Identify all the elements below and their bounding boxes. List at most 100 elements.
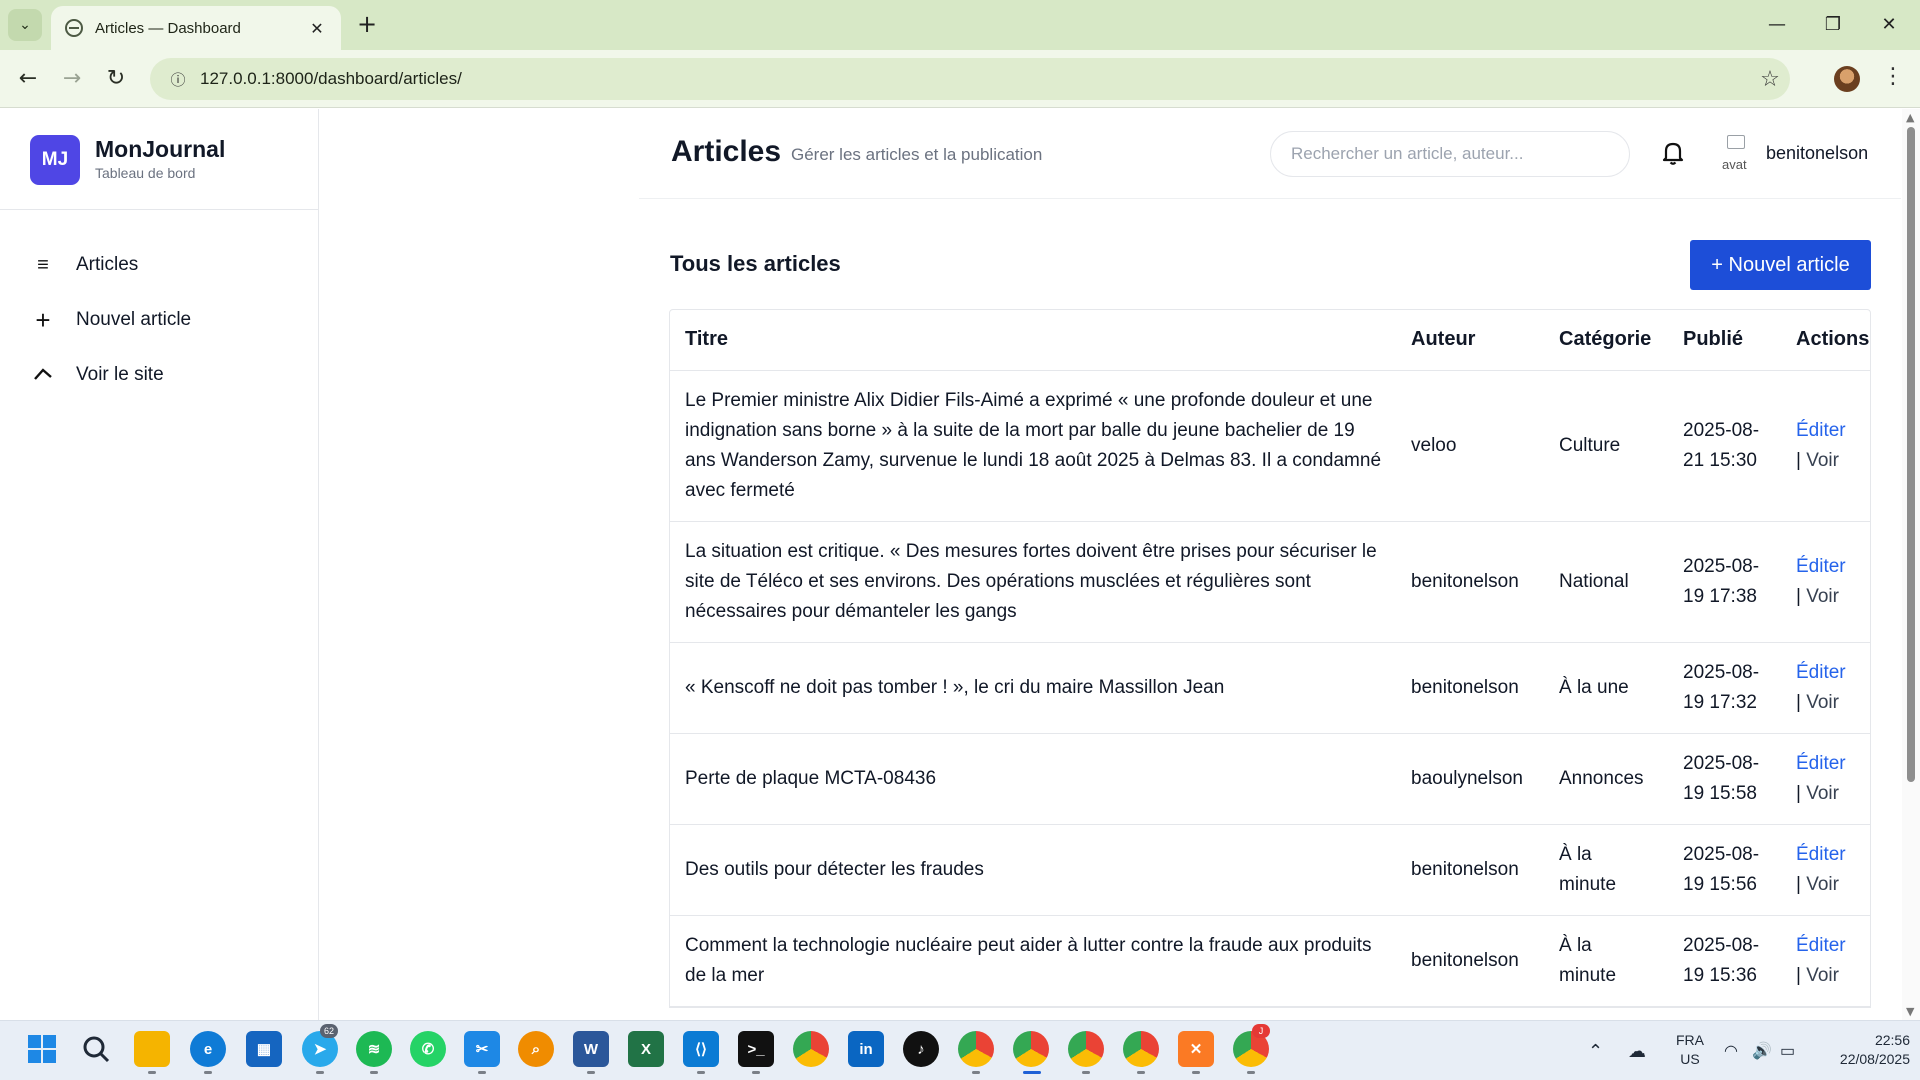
dashboard-page: MJ MonJournal Tableau de bord ≡ Articles…: [0, 109, 1920, 1020]
scroll-up-arrow-icon[interactable]: ▲: [1906, 111, 1914, 124]
restore-button[interactable]: ❐: [1810, 8, 1856, 42]
forward-button[interactable]: →: [56, 63, 88, 95]
column-header-author: Auteur: [1396, 310, 1544, 371]
minimize-button[interactable]: —: [1754, 8, 1800, 42]
language-indicator[interactable]: FRA US: [1670, 1031, 1710, 1069]
scroll-down-arrow-icon[interactable]: ▼: [1906, 1005, 1914, 1018]
active-tab[interactable]: Articles — Dashboard ✕: [51, 6, 341, 50]
back-button[interactable]: ←: [12, 63, 44, 95]
scroll-thumb[interactable]: [1907, 127, 1915, 782]
linkedin-icon[interactable]: in: [848, 1031, 884, 1067]
chrome-profile-icon[interactable]: [1068, 1031, 1104, 1067]
article-author: baoulynelson: [1396, 733, 1544, 825]
sidebar-item-label: Voir le site: [76, 364, 164, 385]
running-indicator: [972, 1071, 980, 1074]
view-link[interactable]: Voir: [1806, 874, 1839, 895]
url-text[interactable]: 127.0.0.1:8000/dashboard/articles/: [200, 69, 1750, 89]
bookmark-star-icon[interactable]: ☆: [1750, 67, 1790, 92]
running-indicator: [587, 1071, 595, 1074]
tiktok-icon[interactable]: ♪: [903, 1031, 939, 1067]
running-indicator: [370, 1071, 378, 1074]
edit-link[interactable]: Éditer: [1796, 844, 1846, 865]
chevron-down-icon: ⌄: [19, 17, 31, 33]
new-article-button[interactable]: + Nouvel article: [1690, 240, 1871, 290]
volume-icon[interactable]: 🔊: [1752, 1021, 1772, 1080]
sidebar-item-new-article[interactable]: + Nouvel article: [30, 302, 300, 338]
clock[interactable]: 22:56 22/08/2025: [1810, 1031, 1910, 1069]
page-scrollbar[interactable]: ▲ ▼: [1902, 109, 1920, 1020]
start-icon[interactable]: [24, 1031, 60, 1067]
keyboard-layout: US: [1680, 1051, 1700, 1067]
table-header-row: Titre Auteur Catégorie Publié Actions: [670, 310, 1870, 371]
brand-name: MonJournal: [95, 136, 226, 162]
address-bar[interactable]: ⓘ 127.0.0.1:8000/dashboard/articles/ ☆: [150, 58, 1790, 100]
close-window-button[interactable]: ✕: [1866, 8, 1912, 42]
tab-title: Articles — Dashboard: [95, 19, 241, 37]
word-icon[interactable]: W: [573, 1031, 609, 1067]
running-indicator: [316, 1071, 324, 1074]
terminal-icon[interactable]: >_: [738, 1031, 774, 1067]
view-link[interactable]: Voir: [1806, 692, 1839, 713]
wifi-icon[interactable]: ◠: [1724, 1021, 1738, 1080]
action-separator: |: [1796, 873, 1801, 895]
edit-link[interactable]: Éditer: [1796, 662, 1846, 683]
action-separator: |: [1796, 449, 1801, 471]
onedrive-icon[interactable]: ☁: [1628, 1021, 1646, 1080]
edit-link[interactable]: Éditer: [1796, 935, 1846, 956]
battery-icon[interactable]: ▭: [1780, 1021, 1795, 1080]
chrome-profile-icon[interactable]: [1013, 1031, 1049, 1067]
tab-search-button[interactable]: ⌄: [8, 9, 42, 41]
page-title: Articles: [671, 135, 782, 168]
site-info-icon[interactable]: ⓘ: [160, 69, 196, 90]
magnifier-app-icon[interactable]: ⌕: [518, 1031, 554, 1067]
username[interactable]: benitonelson: [1766, 143, 1868, 164]
tray-overflow-icon[interactable]: ⌃: [1588, 1021, 1603, 1080]
row-actions: Éditer | Voir: [1781, 370, 1870, 522]
bell-icon[interactable]: [1653, 133, 1693, 173]
whatsapp-icon[interactable]: ✆: [410, 1031, 446, 1067]
article-author: benitonelson: [1396, 824, 1544, 916]
view-link[interactable]: Voir: [1806, 783, 1839, 804]
article-author: benitonelson: [1396, 642, 1544, 734]
sidebar-item-view-site[interactable]: Voir le site: [30, 357, 300, 393]
file-explorer-icon[interactable]: [134, 1031, 170, 1067]
xampp-icon[interactable]: ✕: [1178, 1031, 1214, 1067]
sidebar-item-label: Nouvel article: [76, 309, 192, 330]
browser-menu-icon[interactable]: ⋮: [1882, 64, 1904, 89]
user-avatar[interactable]: avat: [1715, 133, 1755, 177]
article-published: 2025-08-19 15:36: [1668, 915, 1781, 1007]
search-input[interactable]: [1270, 131, 1630, 177]
profile-avatar[interactable]: [1834, 66, 1860, 92]
active-indicator: [1023, 1071, 1041, 1074]
edge-icon[interactable]: e: [190, 1031, 226, 1067]
sidebar-item-articles[interactable]: ≡ Articles: [30, 247, 300, 283]
view-link[interactable]: Voir: [1806, 965, 1839, 986]
external-link-icon: [30, 364, 56, 387]
view-link[interactable]: Voir: [1806, 586, 1839, 607]
chrome-icon[interactable]: [793, 1031, 829, 1067]
new-tab-button[interactable]: +: [352, 10, 382, 40]
article-published: 2025-08-19 17:32: [1668, 642, 1781, 734]
edit-link[interactable]: Éditer: [1796, 556, 1846, 577]
store-icon[interactable]: ▦: [246, 1031, 282, 1067]
chrome-profile-icon[interactable]: [1123, 1031, 1159, 1067]
table-row: Perte de plaque MCTA-08436 baoulynelson …: [670, 733, 1870, 825]
reload-button[interactable]: ↻: [100, 63, 132, 95]
article-published: 2025-08-19 17:38: [1668, 521, 1781, 643]
row-actions: Éditer | Voir: [1781, 824, 1870, 916]
section-title: Tous les articles: [670, 251, 841, 276]
row-actions: Éditer | Voir: [1781, 642, 1870, 734]
spotify-icon[interactable]: ≋: [356, 1031, 392, 1067]
article-title: Des outils pour détecter les fraudes: [670, 824, 1396, 916]
edit-link[interactable]: Éditer: [1796, 753, 1846, 774]
view-link[interactable]: Voir: [1806, 450, 1839, 471]
vscode-icon[interactable]: ⟨⟩: [683, 1031, 719, 1067]
search-icon[interactable]: [78, 1031, 114, 1067]
snipping-tool-icon[interactable]: ✂: [464, 1031, 500, 1067]
action-separator: |: [1796, 964, 1801, 986]
running-indicator: [752, 1071, 760, 1074]
edit-link[interactable]: Éditer: [1796, 420, 1846, 441]
chrome-profile-icon[interactable]: [958, 1031, 994, 1067]
excel-icon[interactable]: X: [628, 1031, 664, 1067]
close-tab-icon[interactable]: ✕: [307, 19, 327, 38]
